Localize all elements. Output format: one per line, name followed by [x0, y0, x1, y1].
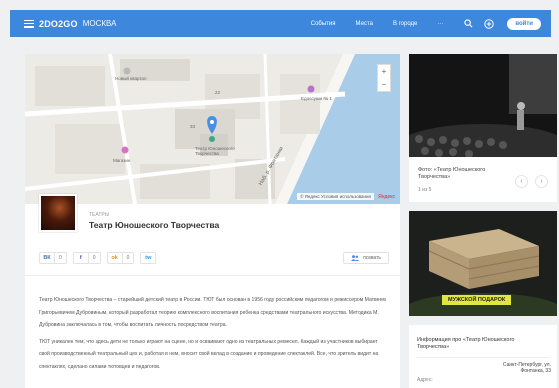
invite-button[interactable]: позвать [343, 252, 389, 264]
venue-info-card: Информация про «Театр Юношеского Творчес… [409, 325, 557, 388]
event-category[interactable]: ТЕАТРЫ [89, 212, 109, 218]
map-label-place: Театр Юношеского Творчества [195, 146, 235, 156]
event-title: Театр Юношеского Творчества [89, 220, 220, 230]
odnoklassniki-icon: ok [111, 255, 118, 261]
people-icon [351, 255, 360, 261]
info-divider [417, 357, 549, 358]
map-label-venue: Едоссуши № 1 [301, 96, 332, 101]
share-ok-button[interactable]: ok 0 [106, 252, 135, 264]
menu-icon[interactable] [24, 19, 34, 28]
address-label: Адрес: [417, 377, 433, 383]
social-share-bar: ВК 0 f 0 ok 0 tw позвать [39, 251, 389, 265]
map-canvas [25, 54, 400, 204]
gallery-next-button[interactable]: › [535, 175, 548, 188]
event-description: Театр Юношеского Творчества – старейший … [39, 294, 389, 377]
main-nav: События Места В городе ··· [291, 21, 444, 27]
gallery-photo[interactable] [409, 54, 557, 157]
gallery-prev-button[interactable]: ‹ [515, 175, 528, 188]
photo-gallery-card: Фото: «Театр Юношеского Творчества» 1 из… [409, 54, 557, 202]
search-icon[interactable] [462, 18, 474, 30]
vk-icon: ВК [43, 255, 51, 261]
nav-more[interactable]: ··· [437, 21, 443, 27]
description-paragraph: Театр Юношеского Творчества – старейший … [39, 297, 386, 328]
share-facebook-count: 0 [87, 253, 100, 263]
twitter-icon: tw [145, 255, 152, 261]
map-label-house-22: 22 [215, 90, 221, 95]
event-main-card: Новый квартал Театр Юношеского Творчеств… [25, 54, 400, 388]
map-zoom-out-button[interactable]: − [378, 78, 390, 91]
add-event-icon[interactable] [483, 18, 495, 30]
event-thumbnail[interactable] [39, 194, 77, 232]
facebook-icon: f [79, 255, 82, 261]
share-vk-count: 0 [54, 253, 66, 263]
site-logo[interactable]: 2DO2GO [39, 19, 78, 29]
chevron-right-icon: › [540, 178, 543, 185]
invite-label: позвать [363, 255, 381, 261]
map-label-house-33: 33 [190, 124, 196, 129]
nav-item-events[interactable]: События [311, 21, 336, 27]
photo-caption: Фото: «Театр Юношеского Творчества» [418, 167, 486, 180]
ad-label: МУЖСКОЙ ПОДАРОК [442, 295, 512, 305]
share-facebook-button[interactable]: f 0 [72, 252, 101, 264]
advertisement-banner[interactable]: МУЖСКОЙ ПОДАРОК [409, 211, 557, 316]
stage-photo-image [409, 54, 557, 157]
description-paragraph: ТЮТ уникален тем, что здесь дети не толь… [39, 338, 379, 370]
map-label-shop: Магазин [113, 158, 131, 163]
nav-item-places[interactable]: Места [356, 21, 373, 27]
share-vk-button[interactable]: ВК 0 [39, 252, 67, 264]
info-title: Информация про «Театр Юношеского Творчес… [417, 337, 515, 350]
nav-item-city[interactable]: В городе [393, 21, 417, 27]
address-value[interactable]: Санкт-Петербург, ул. Фонтанка, 33 [499, 362, 551, 374]
map-zoom-control: + − [377, 64, 391, 92]
location-map[interactable]: Новый квартал Театр Юношеского Творчеств… [25, 54, 400, 204]
section-divider [25, 275, 400, 276]
chevron-left-icon: ‹ [520, 178, 523, 185]
share-ok-count: 0 [121, 253, 134, 263]
login-button[interactable]: войти [507, 17, 541, 30]
event-header: ТЕАТРЫ Театр Юношеского Творчества [39, 194, 389, 244]
share-twitter-button[interactable]: tw [140, 252, 157, 264]
map-zoom-in-button[interactable]: + [378, 65, 390, 78]
map-label-block: Новый квартал [115, 76, 147, 81]
photo-counter: 1 из 5 [418, 187, 432, 193]
top-navigation-bar: 2DO2GO МОСКВА События Места В городе ···… [10, 10, 551, 37]
city-selector[interactable]: МОСКВА [83, 19, 117, 28]
